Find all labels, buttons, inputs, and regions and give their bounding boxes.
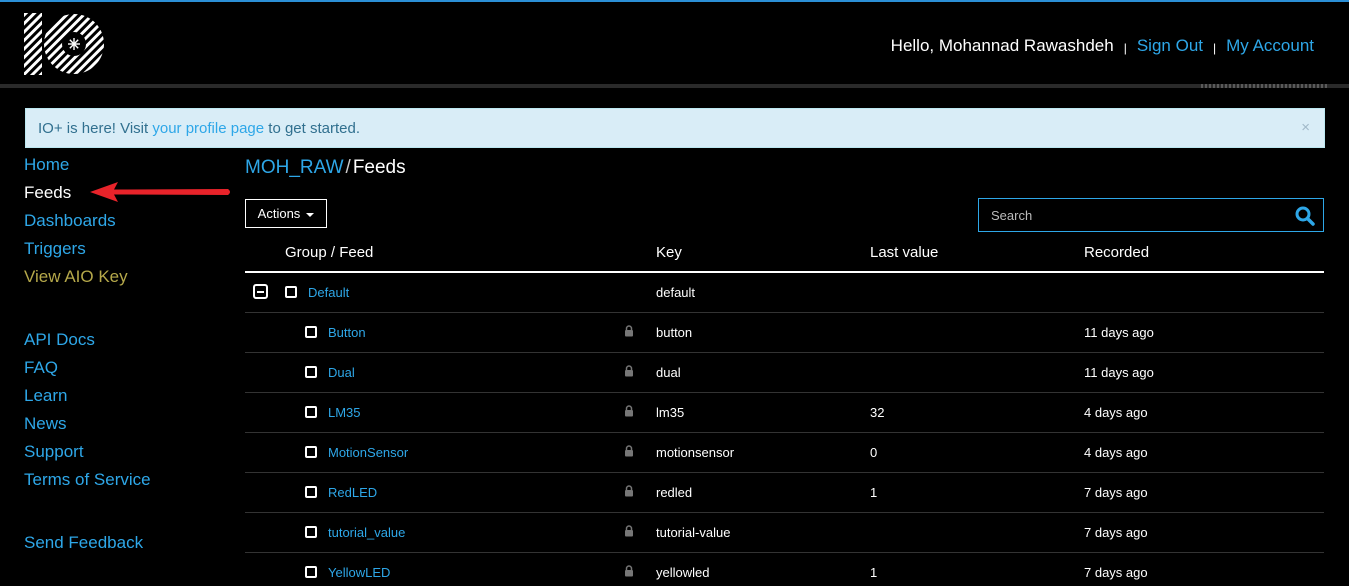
page-title: Feeds xyxy=(352,157,406,178)
group-row-default: Default default xyxy=(245,273,1324,313)
table-row: RedLED redled 1 7 days ago xyxy=(245,473,1324,513)
group-checkbox[interactable] xyxy=(285,286,297,298)
header-divider-dots xyxy=(1201,84,1327,88)
row-checkbox[interactable] xyxy=(305,486,317,498)
row-checkbox[interactable] xyxy=(305,566,317,578)
feed-name-link[interactable]: MotionSensor xyxy=(328,445,408,460)
table-row: tutorial_value tutorial-value 7 days ago xyxy=(245,513,1324,553)
feed-name-link[interactable]: YellowLED xyxy=(328,565,390,580)
column-header-group-feed[interactable]: Group / Feed xyxy=(285,244,373,261)
close-icon[interactable]: × xyxy=(1301,119,1310,136)
sidebar: Home Feeds Dashboards Triggers View AIO … xyxy=(24,154,224,560)
lock-icon xyxy=(625,325,633,337)
column-header-last-value[interactable]: Last value xyxy=(870,244,938,261)
feed-key: yellowled xyxy=(656,565,710,580)
nav-separator: | xyxy=(1123,41,1127,55)
sidebar-item-learn[interactable]: Learn xyxy=(24,385,224,413)
lock-icon xyxy=(625,485,633,497)
nav-separator: | xyxy=(1213,41,1217,55)
feed-recorded: 4 days ago xyxy=(1084,445,1148,460)
sidebar-item-dashboards[interactable]: Dashboards xyxy=(24,210,224,238)
site-header: Hello, Mohannad Rawashdeh | Sign Out | M… xyxy=(0,2,1349,85)
sidebar-item-support[interactable]: Support xyxy=(24,441,224,469)
table-header: Group / Feed Key Last value Recorded xyxy=(245,242,1324,273)
breadcrumb: MOH_RAW / Feeds xyxy=(245,157,406,179)
feed-key: lm35 xyxy=(656,405,685,420)
search-input[interactable] xyxy=(979,199,1279,231)
column-header-key[interactable]: Key xyxy=(656,244,682,261)
feed-key: button xyxy=(656,325,693,340)
sidebar-item-view-aio-key[interactable]: View AIO Key xyxy=(24,266,224,294)
lock-icon xyxy=(625,525,633,537)
feed-recorded: 7 days ago xyxy=(1084,525,1148,540)
sidebar-item-send-feedback[interactable]: Send Feedback xyxy=(24,532,224,560)
search-icon[interactable] xyxy=(1295,206,1315,226)
feed-key: motionsensor xyxy=(656,445,735,460)
feed-key: dual xyxy=(656,365,681,380)
caret-down-icon xyxy=(306,212,315,217)
feed-last-value: 0 xyxy=(870,445,878,460)
lock-icon xyxy=(625,405,633,417)
lock-icon xyxy=(625,565,633,577)
io-logo-icon[interactable] xyxy=(24,13,106,75)
feed-key: redled xyxy=(656,485,693,500)
feed-recorded: 11 days ago xyxy=(1084,325,1154,340)
column-header-recorded[interactable]: Recorded xyxy=(1084,244,1149,261)
header-divider xyxy=(0,84,1349,88)
info-alert: IO+ is here! Visit your profile page to … xyxy=(25,108,1325,148)
breadcrumb-user-link[interactable]: MOH_RAW xyxy=(245,157,344,178)
feed-key: tutorial-value xyxy=(656,525,731,540)
sidebar-item-home[interactable]: Home xyxy=(24,154,224,182)
arrow-shape xyxy=(90,182,230,202)
table-row: LM35 lm35 32 4 days ago xyxy=(245,393,1324,433)
row-checkbox[interactable] xyxy=(305,326,317,338)
feed-recorded: 7 days ago xyxy=(1084,565,1148,580)
alert-text-suffix: to get started. xyxy=(264,120,360,137)
collapse-minus-icon[interactable] xyxy=(253,284,268,299)
sidebar-item-triggers[interactable]: Triggers xyxy=(24,238,224,266)
lock-icon xyxy=(625,445,633,457)
search-box xyxy=(978,198,1324,232)
actions-label: Actions xyxy=(257,206,301,221)
feeds-table: Default default Button button 11 days ag… xyxy=(245,273,1324,586)
feed-name-link[interactable]: Dual xyxy=(328,365,355,380)
feed-last-value: 1 xyxy=(870,485,878,500)
feed-last-value: 1 xyxy=(870,565,878,580)
feed-recorded: 7 days ago xyxy=(1084,485,1148,500)
feed-last-value: 32 xyxy=(870,405,885,420)
lock-icon xyxy=(625,365,633,377)
feed-name-link[interactable]: tutorial_value xyxy=(328,525,405,540)
row-checkbox[interactable] xyxy=(305,526,317,538)
profile-page-link[interactable]: your profile page xyxy=(152,120,264,137)
red-arrow-annotation xyxy=(90,182,230,202)
table-row: Button button 11 days ago xyxy=(245,313,1324,353)
breadcrumb-separator: / xyxy=(345,157,351,178)
sidebar-item-news[interactable]: News xyxy=(24,413,224,441)
sidebar-item-api-docs[interactable]: API Docs xyxy=(24,329,224,357)
feed-recorded: 11 days ago xyxy=(1084,365,1154,380)
group-key: default xyxy=(656,285,696,300)
feed-name-link[interactable]: RedLED xyxy=(328,485,377,500)
sidebar-item-faq[interactable]: FAQ xyxy=(24,357,224,385)
table-row: MotionSensor motionsensor 0 4 days ago xyxy=(245,433,1324,473)
my-account-link[interactable]: My Account xyxy=(1226,36,1314,56)
sidebar-item-terms-of-service[interactable]: Terms of Service xyxy=(24,469,224,497)
feed-name-link[interactable]: Button xyxy=(328,325,366,340)
feed-name-link[interactable]: LM35 xyxy=(328,405,361,420)
row-checkbox[interactable] xyxy=(305,406,317,418)
greeting-text: Hello, Mohannad Rawashdeh xyxy=(890,36,1114,55)
actions-dropdown-button[interactable]: Actions xyxy=(245,199,327,228)
table-row: YellowLED yellowled 1 7 days ago xyxy=(245,553,1324,586)
user-nav: Hello, Mohannad Rawashdeh | Sign Out | M… xyxy=(891,36,1314,56)
table-row: Dual dual 11 days ago xyxy=(245,353,1324,393)
alert-text-prefix: IO+ is here! Visit xyxy=(38,120,153,137)
row-checkbox[interactable] xyxy=(305,366,317,378)
feed-recorded: 4 days ago xyxy=(1084,405,1148,420)
group-link[interactable]: Default xyxy=(308,285,349,300)
row-checkbox[interactable] xyxy=(305,446,317,458)
sign-out-link[interactable]: Sign Out xyxy=(1137,36,1203,56)
